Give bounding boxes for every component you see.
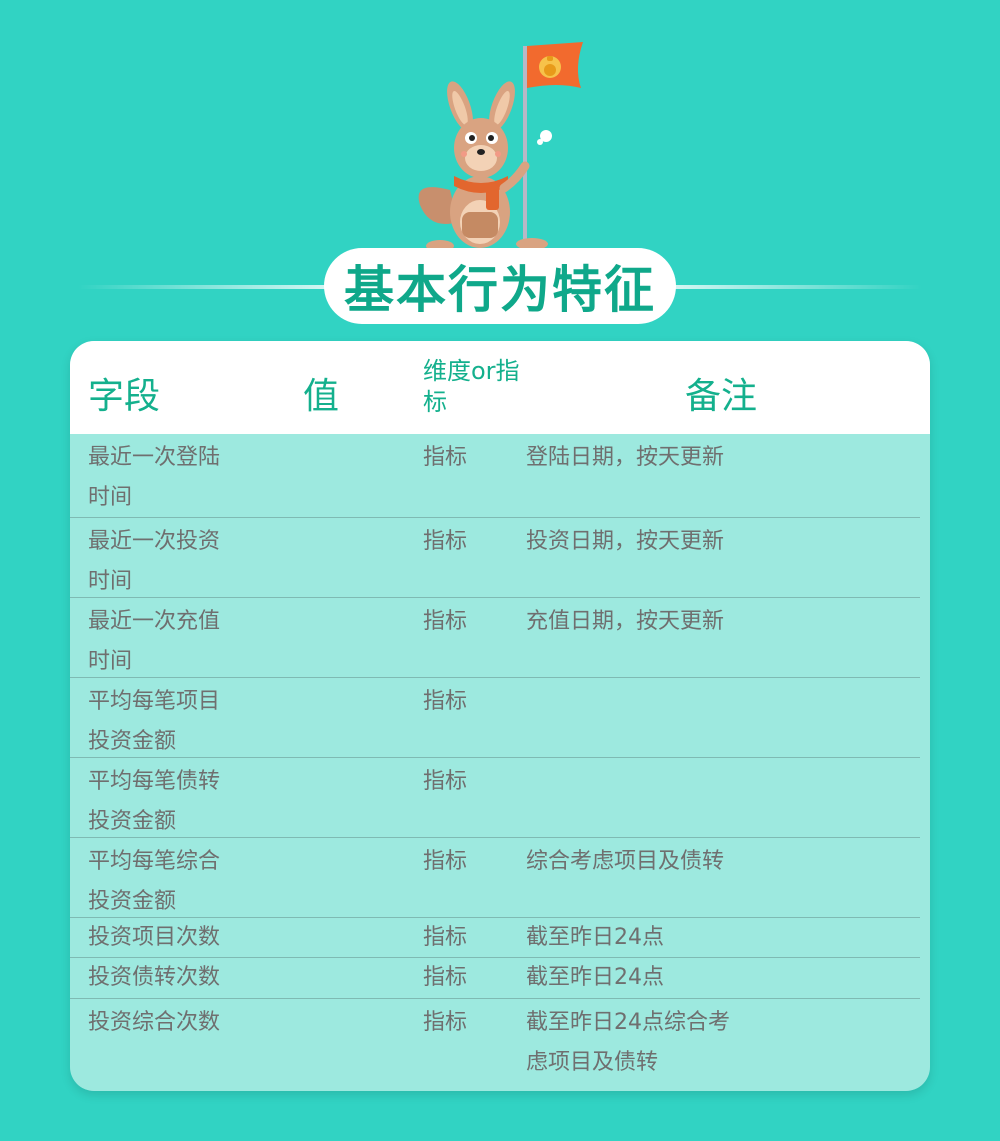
- title-divider-right: [672, 285, 922, 289]
- row-dimension: 指标: [423, 769, 468, 794]
- row-dimension: 指标: [423, 689, 468, 714]
- table-row: 平均每笔综合投资金额 指标 综合考虑项目及债转: [70, 838, 930, 918]
- table-row: 最近一次登陆时间 指标 登陆日期，按天更新: [70, 434, 930, 518]
- table-header: 字段 值 维度or指标 备注: [70, 341, 930, 434]
- row-field: 投资项目次数: [88, 925, 221, 950]
- table-row: 平均每笔项目投资金额 指标: [70, 678, 930, 758]
- header-value: 值: [303, 376, 340, 417]
- row-note: 投资日期，按天更新: [526, 529, 725, 554]
- table-row: 投资综合次数 指标 截至昨日24点综合考虑项目及债转: [70, 999, 930, 1091]
- row-dimension: 指标: [423, 609, 468, 634]
- table-row: 投资项目次数 指标 截至昨日24点: [70, 918, 930, 958]
- page-title: 基本行为特征: [344, 261, 656, 319]
- row-note: 登陆日期，按天更新: [526, 445, 725, 470]
- table-row: 平均每笔债转投资金额 指标: [70, 758, 930, 838]
- row-note: 充值日期，按天更新: [526, 609, 725, 634]
- kangaroo-mascot-icon: [418, 42, 583, 252]
- header-dimension: 维度or指标: [423, 357, 520, 416]
- row-dimension: 指标: [423, 849, 468, 874]
- title-banner: 基本行为特征: [324, 248, 676, 324]
- row-note: 截至昨日24点综合考虑项目及债转: [526, 1010, 730, 1075]
- row-field: 平均每笔综合投资金额: [88, 849, 221, 914]
- row-field: 投资综合次数: [88, 1010, 221, 1035]
- table-row: 投资债转次数 指标 截至昨日24点: [70, 958, 930, 999]
- row-dimension: 指标: [423, 925, 468, 950]
- row-field: 平均每笔债转投资金额: [88, 769, 221, 834]
- row-note: 截至昨日24点: [526, 925, 664, 950]
- row-dimension: 指标: [423, 1010, 468, 1035]
- row-dimension: 指标: [423, 965, 468, 990]
- row-field: 最近一次充值时间: [88, 609, 221, 674]
- row-field: 投资债转次数: [88, 965, 221, 990]
- row-field: 最近一次登陆时间: [88, 445, 221, 510]
- row-field: 平均每笔项目投资金额: [88, 689, 221, 754]
- table-row: 最近一次投资时间 指标 投资日期，按天更新: [70, 518, 930, 598]
- header-note: 备注: [685, 376, 758, 417]
- row-dimension: 指标: [423, 529, 468, 554]
- title-divider-left: [78, 285, 328, 289]
- table-row: 最近一次充值时间 指标 充值日期，按天更新: [70, 598, 930, 678]
- row-note: 综合考虑项目及债转: [526, 849, 725, 874]
- row-field: 最近一次投资时间: [88, 529, 221, 594]
- row-dimension: 指标: [423, 445, 468, 470]
- behavior-table: 字段 值 维度or指标 备注 最近一次登陆时间 指标 登陆日期，按天更新 最近一…: [70, 341, 930, 1091]
- row-note: 截至昨日24点: [526, 965, 664, 990]
- header-field: 字段: [88, 376, 161, 417]
